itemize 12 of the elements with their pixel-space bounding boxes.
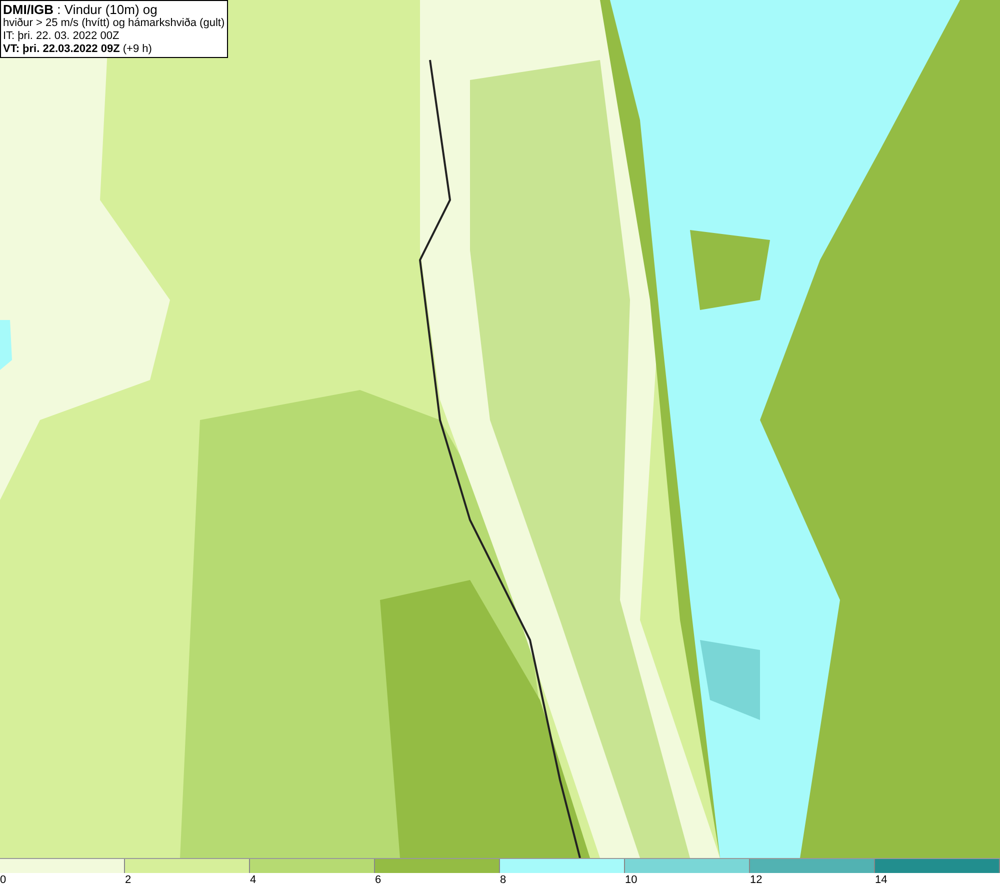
legend-label: 14: [875, 873, 888, 887]
title-line: IT: þri. 22. 03. 2022 00Z: [3, 30, 120, 43]
title-line: DMI/IGB : Vindur (10m) og: [3, 2, 158, 17]
legend-label: 0: [0, 873, 6, 887]
title-line: VT: þri. 22.03.2022 09Z (+9 h): [3, 43, 153, 56]
legend-label: 8: [500, 873, 506, 887]
title-line: hviður > 25 m/s (hvítt) og hámarkshviða (gult): [3, 17, 225, 30]
legend-label: 4: [250, 873, 256, 887]
legend-label: 2: [125, 873, 132, 887]
legend-label: 12: [750, 873, 762, 887]
legend-label: 6: [375, 873, 382, 887]
legend-label: 10: [625, 873, 638, 887]
